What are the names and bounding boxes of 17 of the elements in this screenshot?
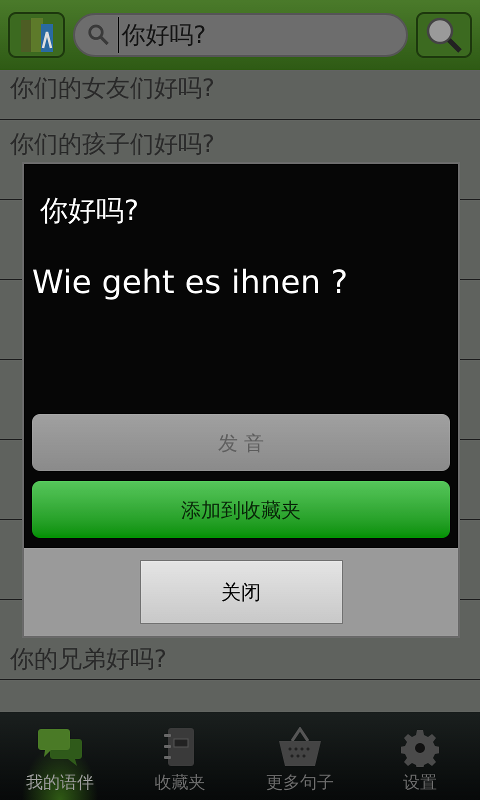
add-to-favorites-button[interactable]: 添加到收藏夹 [32,481,450,538]
basket-icon [278,726,322,766]
magnifier-icon [424,15,464,55]
search-button[interactable] [416,12,472,58]
dictionary-button[interactable] [8,12,65,58]
notebook-icon [163,726,197,766]
chat-bubbles-icon [37,726,83,766]
tab[interactable]: 设置 [360,712,480,800]
search-field[interactable]: 你好吗? [73,13,408,57]
list-item[interactable]: 你们的女友们好吗? [0,70,480,120]
translation-text: Wie geht es ihnen ? [32,262,349,303]
tab[interactable]: 更多句子 [240,712,360,800]
tab[interactable]: 收藏夹 [120,712,240,800]
close-button[interactable]: 关闭 [140,560,342,624]
search-icon [87,22,110,48]
settings-icon [401,728,439,766]
search-input[interactable]: 你好吗? [118,17,394,53]
